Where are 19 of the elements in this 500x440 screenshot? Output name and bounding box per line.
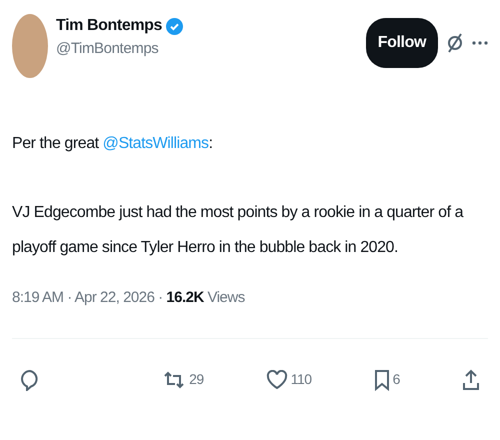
author-name: Tim Bontemps [56,16,162,36]
repost-button[interactable]: 29 [162,369,204,390]
follow-button[interactable]: Follow [366,18,438,68]
share-button[interactable] [462,368,480,390]
tweet-meta: 8:19 AM · Apr 22, 2026 · 16.2K Views [12,288,246,308]
share-icon [462,368,480,390]
author-handle: @TimBontemps [56,39,160,59]
bookmark-button[interactable]: 6 [374,368,400,390]
reply-icon [20,368,40,390]
more-icon[interactable] [472,41,488,45]
slashed-circle-icon[interactable] [446,32,464,54]
tweet-text: VJ Edgecombe just had the most points by a rookie in a quarter of a playoff game since Tyler Herro in the bubble back in 2020. [12,203,464,258]
tweet-intro: Per the great @StatsWilliams: [12,134,214,154]
reply-button[interactable] [20,368,40,390]
mention-link[interactable]: @StatsWilliams [102,135,209,152]
like-button[interactable]: 110 [266,369,312,390]
repost-icon [162,370,186,390]
heart-icon [266,370,288,390]
bookmark-icon [374,368,390,390]
